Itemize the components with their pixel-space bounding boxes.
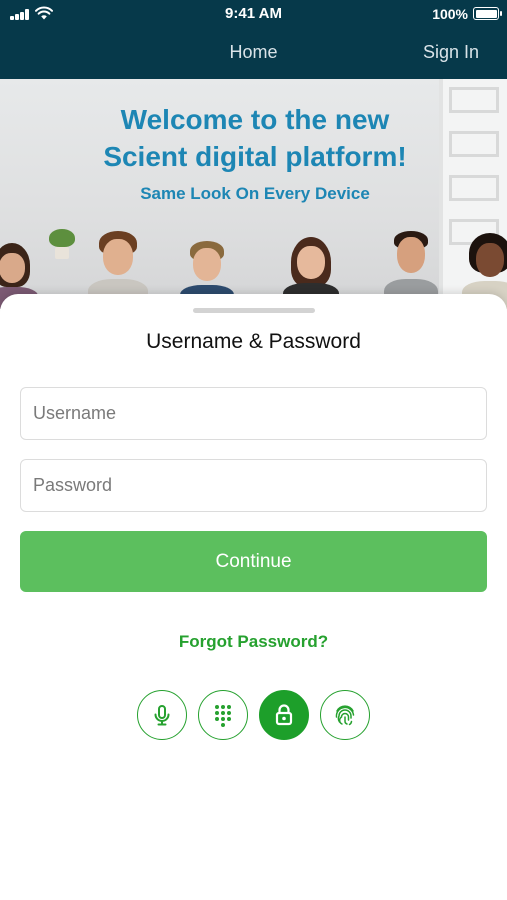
- hero-title: Welcome to the new Scient digital platfo…: [60, 101, 450, 175]
- status-bar: 9:41 AM 100%: [0, 0, 507, 28]
- top-bar: 9:41 AM 100% Home Sign In: [0, 0, 507, 79]
- battery-percentage: 100%: [432, 6, 468, 22]
- hero-subtitle: Same Look On Every Device: [140, 184, 370, 203]
- continue-button[interactable]: Continue: [20, 531, 487, 592]
- hero-title-line-1: Welcome to the new: [120, 104, 390, 135]
- microphone-icon: [154, 705, 170, 726]
- pin-auth-button[interactable]: [198, 690, 248, 740]
- hero-title-line-2: Scient digital platform!: [103, 141, 407, 172]
- username-input[interactable]: [20, 387, 487, 440]
- auth-method-selector: [137, 690, 373, 740]
- sheet-drag-handle[interactable]: [193, 308, 315, 313]
- login-title: Username & Password: [146, 330, 361, 353]
- login-sheet: Username & Password Continue Forgot Pass…: [0, 294, 507, 900]
- hero-banner: Welcome to the new Scient digital platfo…: [0, 79, 507, 309]
- fingerprint-icon: [335, 705, 355, 726]
- forgot-password-link[interactable]: Forgot Password?: [0, 632, 507, 652]
- plant-illustration: [49, 229, 75, 259]
- keypad-icon: [215, 705, 231, 727]
- fingerprint-auth-button[interactable]: [320, 690, 370, 740]
- password-input[interactable]: [20, 459, 487, 512]
- lock-icon: [275, 704, 293, 726]
- status-time: 9:41 AM: [225, 5, 282, 22]
- voice-auth-button[interactable]: [137, 690, 187, 740]
- sign-in-link[interactable]: Sign In: [423, 42, 479, 63]
- battery-icon: [473, 7, 502, 20]
- password-auth-button[interactable]: [259, 690, 309, 740]
